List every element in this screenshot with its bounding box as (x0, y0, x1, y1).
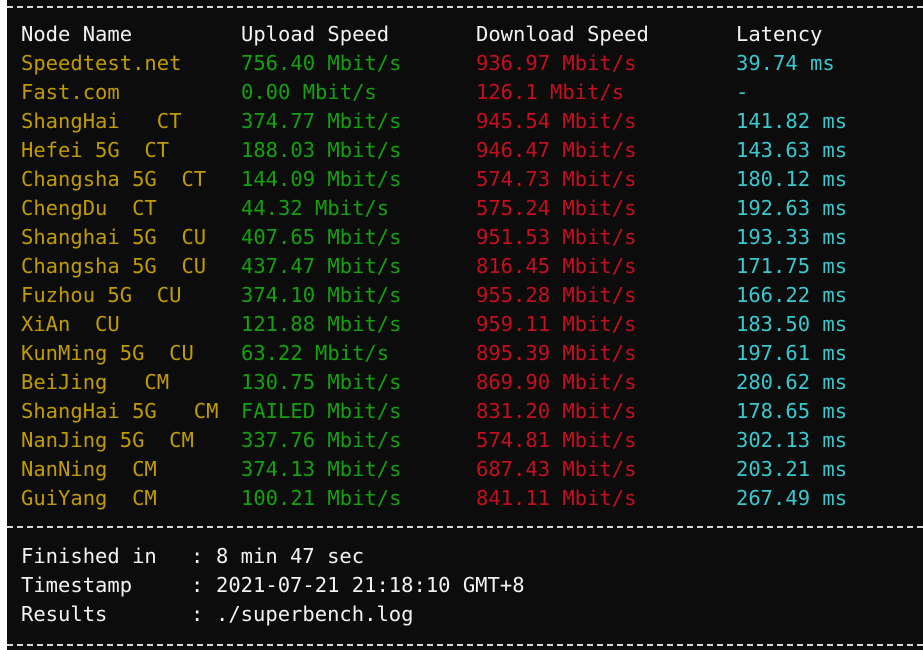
results-label: Results (21, 602, 108, 626)
latency-cell: 280.62 ms (736, 370, 848, 394)
separator-top (7, 6, 923, 8)
latency-cell: - (736, 80, 749, 104)
timestamp-label: Timestamp (21, 573, 133, 597)
node-name-cell: Fast.com (21, 80, 120, 104)
node-name-cell: NanNing CM (21, 457, 157, 481)
download-speed-cell: 574.81 Mbit/s (476, 428, 637, 452)
node-name-cell: ShangHai 5G CM (21, 399, 219, 423)
upload-speed-cell: 374.10 Mbit/s (241, 283, 402, 307)
download-speed-cell: 936.97 Mbit/s (476, 51, 637, 75)
upload-speed-cell: 0.00 Mbit/s (241, 80, 377, 104)
upload-speed-cell: FAILED Mbit/s (241, 399, 402, 423)
download-speed-cell: 574.73 Mbit/s (476, 167, 637, 191)
node-name-cell: NanJing 5G CM (21, 428, 194, 452)
upload-speed-cell: 188.03 Mbit/s (241, 138, 402, 162)
summary-timestamp-row: Timestamp : 2021-07-21 21:18:10 GMT+8 (7, 571, 923, 600)
latency-cell: 143.63 ms (736, 138, 848, 162)
upload-speed-cell: 337.76 Mbit/s (241, 428, 402, 452)
download-speed-cell: 955.28 Mbit/s (476, 283, 637, 307)
latency-cell: 171.75 ms (736, 254, 848, 278)
finished-colon: : (191, 544, 204, 568)
upload-speed-cell: 130.75 Mbit/s (241, 370, 402, 394)
download-speed-cell: 831.20 Mbit/s (476, 399, 637, 423)
node-name-cell: XiAn CU (21, 312, 120, 336)
latency-cell: 267.49 ms (736, 486, 848, 510)
upload-speed-cell: 374.13 Mbit/s (241, 457, 402, 481)
node-name-cell: ChengDu CT (21, 196, 157, 220)
download-speed-cell: 687.43 Mbit/s (476, 457, 637, 481)
header-upload-speed: Upload Speed (241, 22, 390, 46)
header-latency: Latency (736, 22, 823, 46)
terminal-window[interactable]: Node Name Upload Speed Download Speed La… (7, 0, 923, 650)
upload-speed-cell: 437.47 Mbit/s (241, 254, 402, 278)
latency-cell: 183.50 ms (736, 312, 848, 336)
node-name-cell: Shanghai 5G CU (21, 225, 207, 249)
upload-speed-cell: 44.32 Mbit/s (241, 196, 390, 220)
summary-results-row: Results : ./superbench.log (7, 600, 923, 629)
latency-cell: 197.61 ms (736, 341, 848, 365)
download-speed-cell: 841.11 Mbit/s (476, 486, 637, 510)
download-speed-cell: 869.90 Mbit/s (476, 370, 637, 394)
upload-speed-cell: 144.09 Mbit/s (241, 167, 402, 191)
download-speed-cell: 946.47 Mbit/s (476, 138, 637, 162)
finished-label: Finished in (21, 544, 157, 568)
node-name-cell: ShangHai CT (21, 109, 182, 133)
download-speed-cell: 126.1 Mbit/s (476, 80, 625, 104)
node-name-cell: KunMing 5G CU (21, 341, 194, 365)
header-download-speed: Download Speed (476, 22, 649, 46)
download-speed-cell: 951.53 Mbit/s (476, 225, 637, 249)
node-name-cell: Speedtest.net (21, 51, 182, 75)
upload-speed-cell: 407.65 Mbit/s (241, 225, 402, 249)
table-header: Node Name Upload Speed Download Speed La… (7, 20, 822, 49)
upload-speed-cell: 756.40 Mbit/s (241, 51, 402, 75)
download-speed-cell: 895.39 Mbit/s (476, 341, 637, 365)
node-name-cell: BeiJing CM (21, 370, 170, 394)
node-name-cell: GuiYang CM (21, 486, 157, 510)
upload-speed-cell: 374.77 Mbit/s (241, 109, 402, 133)
timestamp-value: 2021-07-21 21:18:10 GMT+8 (216, 573, 525, 597)
latency-cell: 178.65 ms (736, 399, 848, 423)
node-name-cell: Fuzhou 5G CU (21, 283, 182, 307)
finished-value: 8 min 47 sec (216, 544, 365, 568)
upload-speed-cell: 100.21 Mbit/s (241, 486, 402, 510)
latency-cell: 180.12 ms (736, 167, 848, 191)
separator-bottom (7, 644, 923, 646)
header-node-name: Node Name (21, 22, 133, 46)
download-speed-cell: 816.45 Mbit/s (476, 254, 637, 278)
results-value: ./superbench.log (216, 602, 414, 626)
results-colon: : (191, 602, 204, 626)
upload-speed-cell: 63.22 Mbit/s (241, 341, 390, 365)
latency-cell: 166.22 ms (736, 283, 848, 307)
latency-cell: 141.82 ms (736, 109, 848, 133)
latency-cell: 193.33 ms (736, 225, 848, 249)
node-name-cell: Hefei 5G CT (21, 138, 170, 162)
node-name-cell: Changsha 5G CU (21, 254, 207, 278)
latency-cell: 39.74 ms (736, 51, 835, 75)
download-speed-cell: 945.54 Mbit/s (476, 109, 637, 133)
latency-cell: 302.13 ms (736, 428, 848, 452)
download-speed-cell: 575.24 Mbit/s (476, 196, 637, 220)
latency-cell: 203.21 ms (736, 457, 848, 481)
latency-cell: 192.63 ms (736, 196, 848, 220)
download-speed-cell: 959.11 Mbit/s (476, 312, 637, 336)
timestamp-colon: : (191, 573, 204, 597)
separator-middle (7, 526, 923, 528)
upload-speed-cell: 121.88 Mbit/s (241, 312, 402, 336)
summary-finished-row: Finished in : 8 min 47 sec (7, 542, 923, 571)
node-name-cell: Changsha 5G CT (21, 167, 207, 191)
